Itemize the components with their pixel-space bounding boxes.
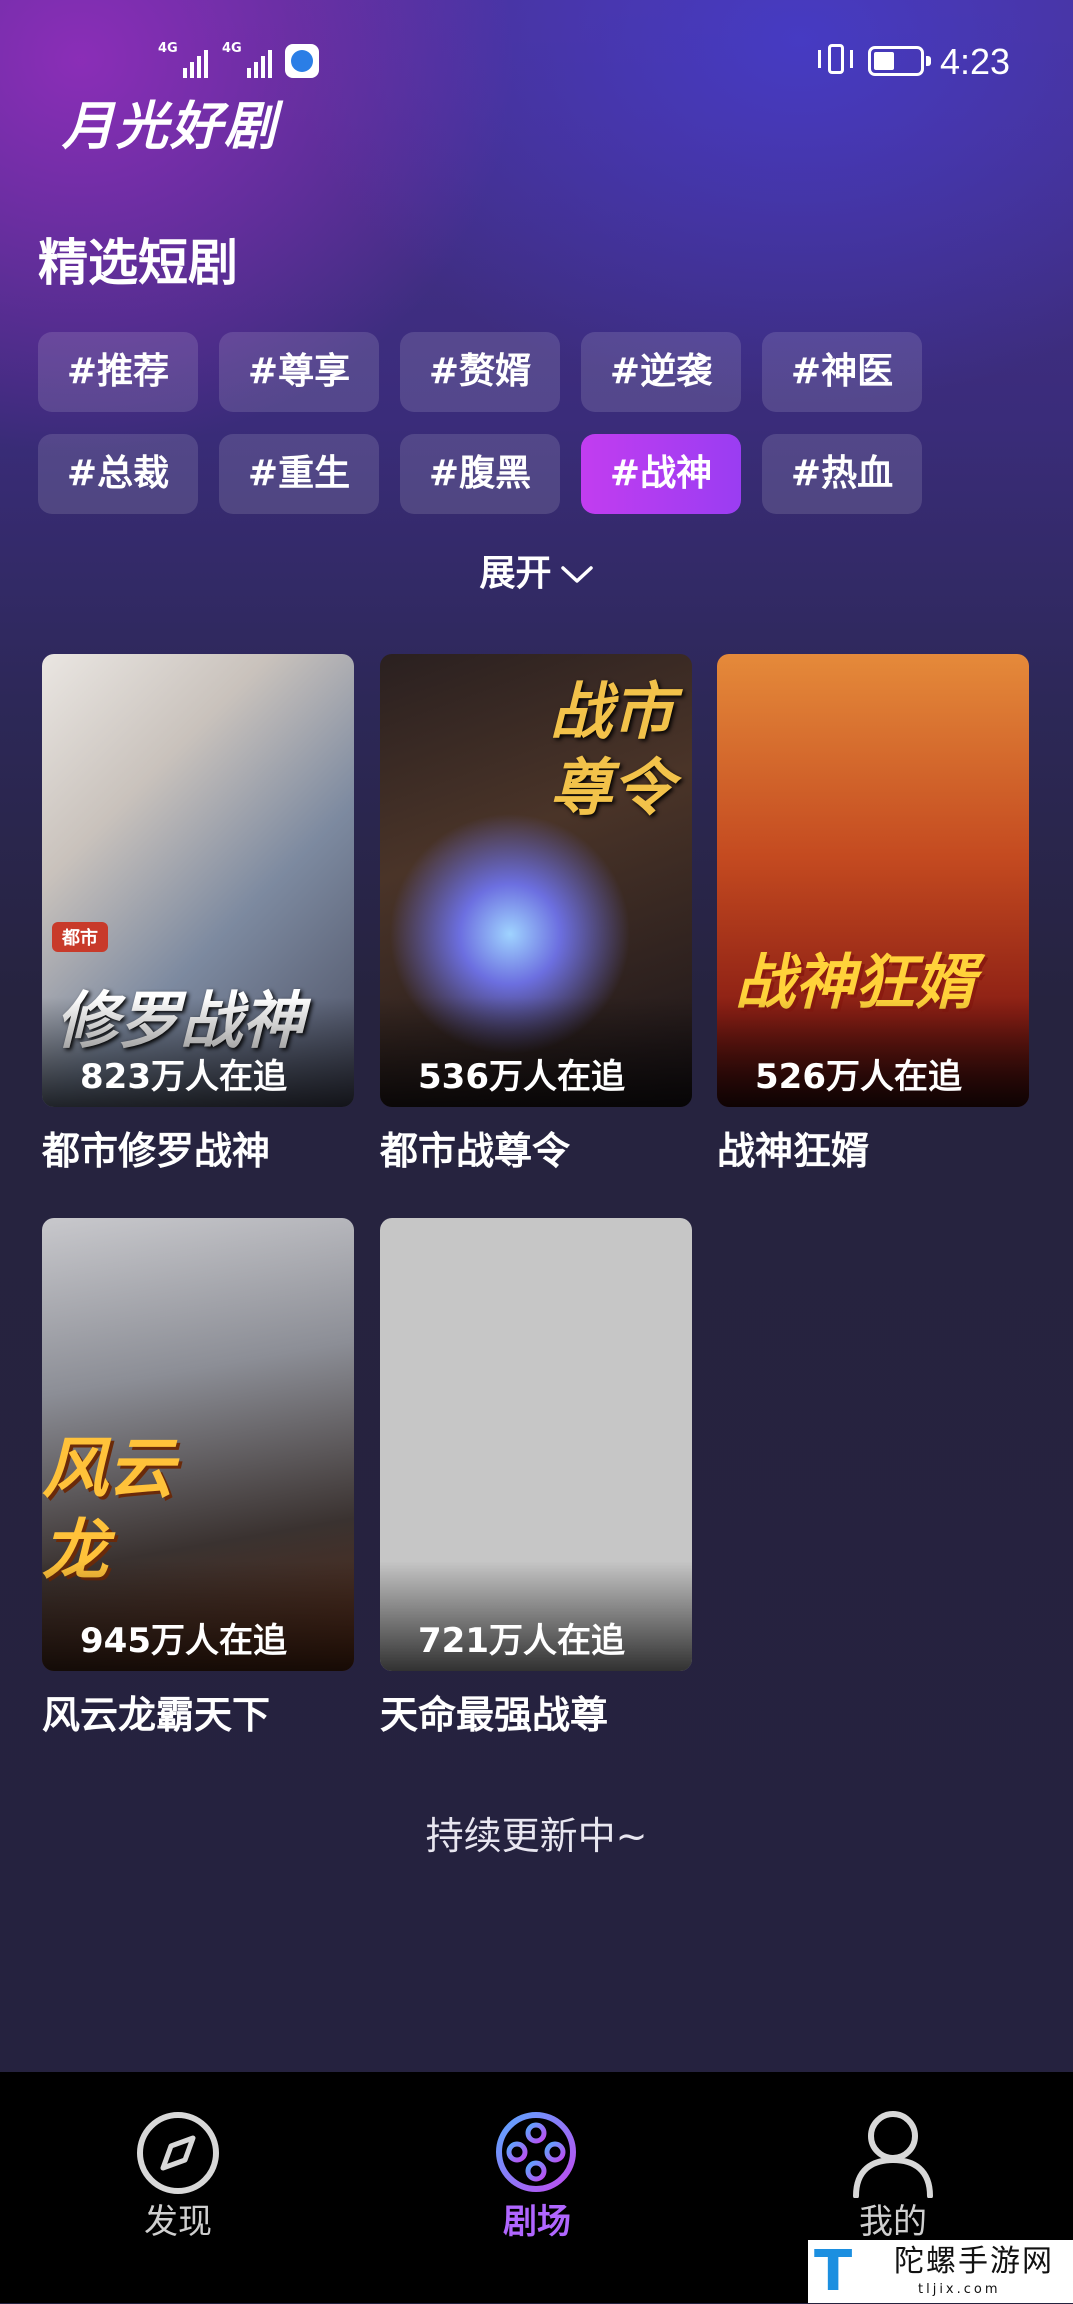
drama-title[interactable]: 天命最强战尊	[380, 1687, 692, 1743]
drama-card[interactable]: 战市尊令 536万人在追 都市战尊令	[380, 654, 692, 1179]
expand-label: 展开	[479, 553, 552, 594]
app-logo: 月光好剧	[62, 97, 279, 157]
nav-theater[interactable]: 剧场	[437, 2108, 637, 2244]
followers-count: 823万人在追	[80, 1057, 287, 1097]
nav-theater-label: 剧场	[503, 2202, 571, 2242]
tag-chip[interactable]: #腹黑	[400, 434, 560, 514]
tag-chip-active[interactable]: #战神	[581, 434, 741, 514]
drama-title[interactable]: 都市战尊令	[380, 1123, 692, 1179]
drama-poster-placeholder[interactable]: 721万人在追	[380, 1218, 692, 1671]
watermark-url: tljix.com	[918, 2282, 1001, 2297]
drama-poster[interactable]: 风云龙 945万人在追	[42, 1218, 354, 1671]
browser-app-icon	[285, 44, 319, 78]
expand-button[interactable]: 展开	[0, 548, 1073, 600]
poster-badge: 都市	[52, 922, 108, 952]
drama-poster[interactable]: 战神狂婿 526万人在追	[717, 654, 1029, 1107]
tag-chip[interactable]: #神医	[762, 332, 922, 412]
nav-mine[interactable]: 我的	[793, 2108, 993, 2244]
nav-discover-label: 发现	[144, 2202, 212, 2242]
film-reel-icon	[496, 2112, 581, 2192]
tag-chip[interactable]: #推荐	[38, 332, 198, 412]
drama-card[interactable]: 721万人在追 天命最强战尊	[380, 1218, 692, 1743]
drama-title[interactable]: 风云龙霸天下	[42, 1687, 354, 1743]
cell-signal-2-icon: 4G	[222, 42, 272, 78]
tag-chip[interactable]: #总裁	[38, 434, 198, 514]
battery-icon	[868, 46, 931, 76]
followers-count: 945万人在追	[80, 1621, 287, 1661]
drama-card[interactable]: 都市 修罗战神 823万人在追 都市修罗战神	[42, 654, 354, 1179]
compass-icon	[137, 2112, 219, 2194]
drama-poster[interactable]: 都市 修罗战神 823万人在追	[42, 654, 354, 1107]
nav-discover[interactable]: 发现	[78, 2108, 278, 2244]
drama-card[interactable]: 战神狂婿 526万人在追 战神狂婿	[717, 654, 1029, 1179]
watermark-text: 陀螺手游网	[894, 2244, 1054, 2279]
tag-chip[interactable]: #赘婿	[400, 332, 560, 412]
status-bar: 4G 4G 4:23	[0, 40, 1073, 84]
watermark-logo: T	[814, 2239, 853, 2304]
nav-mine-label: 我的	[859, 2202, 927, 2242]
vibrate-icon	[818, 44, 854, 76]
tag-chip[interactable]: #热血	[762, 434, 922, 514]
continuous-update-note: 持续更新中~	[425, 1814, 648, 1858]
followers-count: 536万人在追	[418, 1057, 625, 1097]
drama-title[interactable]: 战神狂婿	[717, 1123, 1029, 1179]
drama-poster[interactable]: 战市尊令 536万人在追	[380, 654, 692, 1107]
chevron-down-icon	[560, 566, 593, 583]
drama-title[interactable]: 都市修罗战神	[42, 1123, 354, 1179]
site-watermark: T 陀螺手游网 tljix.com	[808, 2240, 1073, 2303]
section-title: 精选短剧	[38, 234, 238, 292]
poster-title-art: 战市尊令	[550, 675, 675, 824]
cell-signal-1-icon: 4G	[158, 42, 208, 78]
tag-chip[interactable]: #重生	[219, 434, 379, 514]
tag-chip[interactable]: #逆袭	[581, 332, 741, 412]
tag-chip[interactable]: #尊享	[219, 332, 379, 412]
user-icon	[853, 2111, 933, 2198]
status-time: 4:23	[940, 41, 1011, 82]
followers-count: 526万人在追	[755, 1057, 962, 1097]
drama-card[interactable]: 风云龙 945万人在追 风云龙霸天下	[42, 1218, 354, 1743]
followers-count: 721万人在追	[418, 1621, 625, 1661]
